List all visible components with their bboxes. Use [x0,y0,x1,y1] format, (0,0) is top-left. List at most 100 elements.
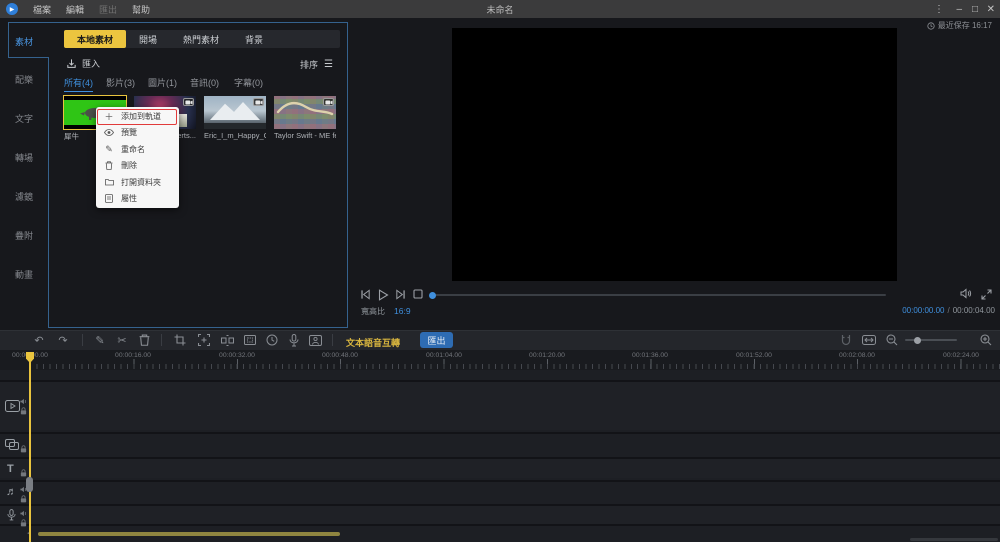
text-track-lane[interactable]: T [0,457,1000,478]
play-button[interactable] [377,289,389,301]
secondary-scrollbar[interactable] [910,538,998,541]
sort-button[interactable]: 排序 ☰ [300,58,333,71]
track-lock-icon[interactable] [20,407,27,415]
overlay-track-header[interactable] [0,434,28,455]
timeline-horizontal-scrollbar[interactable] [38,532,340,536]
media-thumbnail-mountain[interactable] [204,96,266,129]
tab-intro[interactable]: 開場 [126,30,170,48]
previous-frame-button[interactable] [360,289,371,300]
edit-icon[interactable]: ✎ [93,333,107,347]
overlay-track-icon [5,439,19,450]
redo-icon[interactable]: ↷ [56,333,70,347]
filter-all[interactable]: 所有(4) [64,76,93,92]
properties-icon [104,194,114,203]
voiceover-track-lane[interactable] [0,504,1000,526]
cut-icon[interactable]: ✂ [115,333,129,347]
close-icon[interactable]: ✕ [987,0,995,18]
sidebar-item-overlays[interactable]: 疊附 [0,229,48,242]
menu-item-add-to-track[interactable]: ＋ 添加到軌道 [96,108,179,125]
menu-item-delete[interactable]: 刪除 [96,158,179,175]
sidebar-item-filters[interactable]: 濾鏡 [0,190,48,203]
media-thumbnail-mosaic[interactable] [274,96,336,129]
video-editor-window: ▶ 檔案 編輯 匯出 幫助 未命名 ⋮ – □ ✕ 最近保存 16:17 素材 … [0,0,1000,542]
menu-item-label: 添加到軌道 [121,111,161,122]
eye-icon [104,129,114,136]
track-lock-icon[interactable] [20,519,27,527]
filter-video[interactable]: 影片(3) [106,76,135,89]
import-button[interactable]: 匯入 [66,57,100,70]
filter-audio[interactable]: 音訊(0) [190,76,219,89]
menu-item-preview[interactable]: 預覽 [96,125,179,142]
stop-button[interactable] [413,289,423,299]
media-tabbar: 本地素材 開場 熱門素材 背景 [64,30,340,48]
voiceover-mic-icon[interactable] [287,333,301,347]
voiceover-track-header[interactable] [0,506,28,524]
crop-icon[interactable] [173,333,187,347]
sidebar-item-elements[interactable]: 動畫 [0,268,48,281]
filter-subtitle[interactable]: 字幕(0) [234,76,263,89]
window-title: 未命名 [0,3,1000,16]
track-mute-icon[interactable] [20,510,27,517]
ruler-label: 00:01:52.00 [736,352,772,359]
filter-image[interactable]: 圖片(1) [148,76,177,89]
split-icon[interactable] [220,333,234,347]
text-track-header[interactable]: T [0,459,28,478]
concert-detail [178,114,187,127]
text-to-speech-button[interactable]: 文本語音互轉 [346,336,400,349]
video-track-lane[interactable] [0,380,1000,430]
track-lock-icon[interactable] [20,445,27,453]
zoom-in-icon[interactable] [979,333,993,347]
timeline-zoom-slider[interactable] [905,339,957,341]
music-track-header[interactable]: ♬ [0,482,28,502]
track-mute-icon[interactable] [20,398,27,405]
zoom-out-icon[interactable] [885,333,899,347]
fullscreen-icon[interactable] [981,289,992,300]
autosave-status: 最近保存 16:17 [927,20,992,31]
sidebar-item-music[interactable]: 配樂 [0,73,48,86]
freeze-frame-icon[interactable] [308,333,322,347]
timeline-ruler[interactable]: 00:00:00.00 00:00:16.00 00:00:32.00 00:0… [0,350,1000,370]
video-track-header[interactable] [0,382,28,430]
export-button[interactable]: 匯出 [420,332,453,348]
clock-icon [927,22,935,30]
magnet-icon[interactable] [839,333,853,347]
playhead[interactable] [29,352,31,542]
track-lock-icon[interactable] [20,469,27,477]
delete-icon[interactable] [137,333,151,347]
mosaic-icon[interactable] [243,333,257,347]
sidebar-item-transitions[interactable]: 轉場 [0,151,48,164]
volume-icon[interactable] [960,288,972,299]
aspect-ratio-value[interactable]: 16:9 [394,306,411,316]
seek-handle[interactable] [429,292,436,299]
maximize-icon[interactable]: □ [972,0,978,18]
minimize-icon[interactable]: – [956,0,962,18]
undo-icon[interactable]: ↶ [32,333,46,347]
ruler-minor-ticks [30,364,1000,369]
trash-icon [104,161,114,170]
menu-item-label: 刪除 [121,160,137,171]
fit-timeline-icon[interactable] [862,333,876,347]
next-frame-button[interactable] [395,289,406,300]
total-time: 00:00:04.00 [953,306,995,315]
menu-item-rename[interactable]: ✎ 重命名 [96,141,179,158]
menu-item-properties[interactable]: 屬性 [96,191,179,208]
ruler-label: 00:00:48.00 [322,352,358,359]
timeline-zoom-handle[interactable] [914,337,921,344]
sidebar-item-media[interactable]: 素材 [0,35,48,48]
menu-item-open-folder[interactable]: 打開資料夾 [96,174,179,191]
zoom-selection-icon[interactable] [197,333,211,347]
tab-local-media[interactable]: 本地素材 [64,30,126,48]
tab-trending-media[interactable]: 熱門素材 [170,30,232,48]
kebab-menu-icon[interactable]: ⋮ [934,0,944,18]
track-lock-icon[interactable] [20,495,27,503]
tab-background[interactable]: 背景 [232,30,276,48]
music-track-lane[interactable]: ♬ [0,480,1000,502]
overlay-track-lane[interactable] [0,432,1000,455]
preview-seek-bar[interactable] [430,294,886,296]
duration-clock-icon[interactable] [265,333,279,347]
music-track-icon: ♬ [6,486,17,498]
text-track-icon: T [7,463,14,475]
playhead-grip[interactable] [26,477,33,492]
sidebar-item-text[interactable]: 文字 [0,112,48,125]
ruler-label: 00:02:24.00 [943,352,979,359]
